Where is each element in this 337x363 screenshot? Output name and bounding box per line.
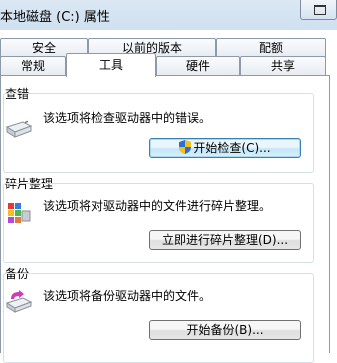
start-check-button[interactable]: 开始检查(C)... <box>149 138 301 158</box>
defrag-group <box>3 183 314 263</box>
defrag-icon <box>5 201 33 225</box>
window-controls <box>300 0 337 20</box>
error-check-group <box>3 93 314 173</box>
uac-shield-icon <box>179 140 192 159</box>
start-check-label: 开始检查(C)... <box>193 141 271 155</box>
tools-panel: 查错 该选项将检查驱动器中的错误。 开始检查(C)... 碎片整理 该选项将对驱… <box>0 75 330 363</box>
title-bar: 本地磁盘 (C:) 属性 <box>0 0 337 30</box>
tab-sharing[interactable]: 共享 <box>240 56 326 76</box>
backup-description: 该选项将备份驱动器中的文件。 <box>43 289 212 303</box>
defrag-now-button[interactable]: 立即进行碎片整理(D)... <box>149 230 301 250</box>
tab-quota[interactable]: 配额 <box>216 38 326 58</box>
tab-tools[interactable]: 工具 <box>66 53 156 77</box>
tab-general[interactable]: 常规 <box>0 56 66 76</box>
start-backup-button[interactable]: 开始备份(B)... <box>149 320 301 340</box>
drive-icon <box>5 116 33 140</box>
defrag-description: 该选项将对驱动器中的文件进行碎片整理。 <box>43 199 272 213</box>
backup-icon <box>5 290 33 314</box>
maximize-button[interactable] <box>300 0 337 20</box>
tab-hardware[interactable]: 硬件 <box>156 56 240 76</box>
error-check-description: 该选项将检查驱动器中的错误。 <box>43 111 212 125</box>
window-title: 本地磁盘 (C:) 属性 <box>0 10 110 25</box>
